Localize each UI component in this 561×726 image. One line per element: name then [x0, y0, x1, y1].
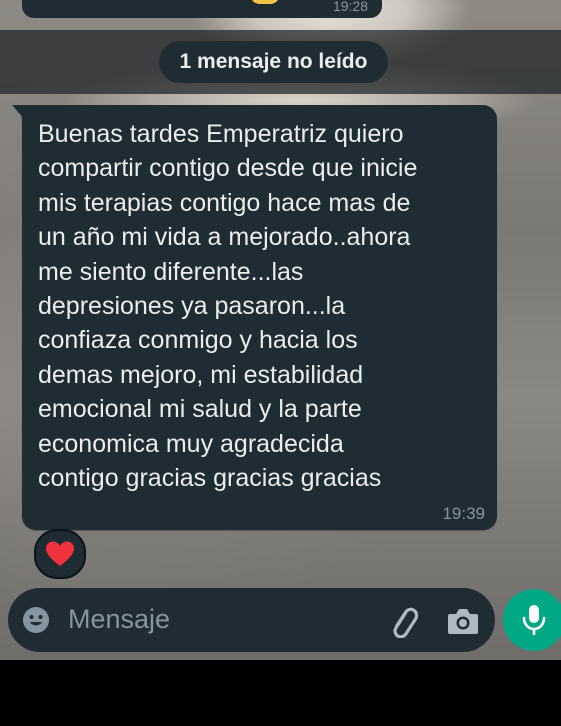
- heart-icon: [46, 541, 74, 566]
- message-line: me siento diferente...las: [38, 257, 304, 286]
- message-input[interactable]: Mensaje: [68, 604, 170, 635]
- unread-divider-label: 1 mensaje no leído: [179, 50, 368, 73]
- message-composer: Mensaje: [8, 588, 495, 652]
- message-line: confiaza conmigo y hacia los: [38, 326, 358, 355]
- microphone-icon: [522, 605, 546, 635]
- message-line: mis terapias contigo hace mas de: [38, 188, 411, 217]
- message-line: economica muy agradecida: [38, 429, 344, 458]
- incoming-message-bubble[interactable]: Buenas tardes Emperatriz quiero comparti…: [22, 105, 497, 530]
- reaction-badge[interactable]: [34, 529, 86, 579]
- paperclip-icon[interactable]: [388, 604, 422, 638]
- message-time: 19:39: [442, 504, 485, 523]
- previous-message-time: 19:28: [332, 0, 368, 14]
- message-line: emocional mi salud y la parte: [38, 395, 362, 424]
- message-line: contigo gracias gracias gracias: [38, 464, 382, 493]
- message-line: demas mejoro, mi estabilidad: [38, 360, 364, 389]
- unread-messages-divider: 1 mensaje no leído: [159, 41, 388, 83]
- microphone-button[interactable]: [503, 589, 561, 651]
- emoji-icon: [250, 0, 280, 4]
- camera-icon[interactable]: [446, 606, 480, 636]
- message-line: compartir contigo desde que inicie: [38, 154, 418, 183]
- message-text: Buenas tardes Emperatriz quiero comparti…: [38, 117, 488, 495]
- system-navigation-bar: [0, 660, 561, 726]
- message-line: un año mi vida a mejorado..ahora: [38, 223, 411, 252]
- previous-message-bubble[interactable]: 19:28: [22, 0, 382, 18]
- message-line: Buenas tardes Emperatriz quiero: [38, 120, 404, 148]
- emoji-icon[interactable]: [22, 606, 50, 634]
- message-line: depresiones ya pasaron...la: [38, 292, 346, 321]
